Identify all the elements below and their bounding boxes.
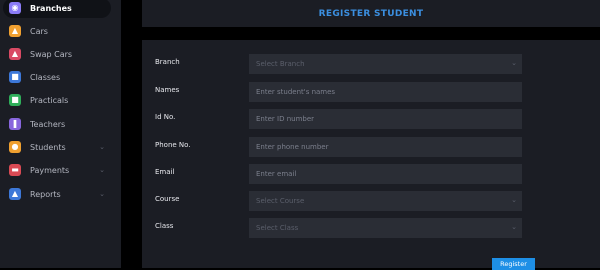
email-input[interactable] — [249, 164, 522, 184]
sidebar: ◉ Branches ▲ Cars ▲ Swap Cars ■ Classes … — [0, 0, 121, 268]
sidebar-item-label: Practicals — [30, 95, 69, 105]
form-row-class: Class Select Class ⌄ — [142, 218, 600, 238]
sidebar-item-label: Students — [30, 142, 66, 152]
phone-label: Phone No. — [155, 141, 191, 149]
sidebar-item-label: Branches — [30, 3, 72, 13]
form-row-phone: Phone No. — [142, 137, 600, 157]
sidebar-item-label: Swap Cars — [30, 49, 73, 59]
sidebar-item-label: Teachers — [30, 119, 66, 129]
chevron-down-icon: ⌄ — [511, 223, 517, 231]
register-button[interactable]: Register — [492, 258, 535, 270]
register-form: Branch Select Branch ⌄ Names Id No. Phon… — [142, 40, 600, 270]
names-input[interactable] — [249, 82, 522, 102]
chevron-down-icon: ⌄ — [511, 59, 517, 67]
classes-icon: ■ — [9, 71, 21, 83]
form-row-names: Names — [142, 82, 600, 102]
class-select-value: Select Class — [256, 224, 299, 232]
branch-select-value: Select Branch — [256, 60, 305, 68]
practicals-icon: ■ — [9, 94, 21, 106]
branch-select[interactable]: Select Branch ⌄ — [249, 54, 522, 74]
form-row-course: Course Select Course ⌄ — [142, 191, 600, 211]
sidebar-item-cars[interactable]: ▲ Cars — [3, 21, 111, 41]
sidebar-item-swap-cars[interactable]: ▲ Swap Cars — [3, 44, 111, 64]
sidebar-item-classes[interactable]: ■ Classes — [3, 67, 111, 87]
chevron-down-icon: ⌄ — [99, 190, 105, 198]
teachers-icon: ❚ — [9, 118, 21, 130]
students-icon: ● — [9, 141, 21, 153]
sidebar-item-label: Cars — [30, 26, 48, 36]
branch-label: Branch — [155, 58, 180, 66]
chevron-down-icon: ⌄ — [99, 143, 105, 151]
branches-icon: ◉ — [9, 2, 21, 14]
car-icon: ▲ — [9, 25, 21, 37]
id-number-input[interactable] — [249, 109, 522, 129]
sidebar-item-payments[interactable]: ▬ Payments ⌄ — [3, 160, 111, 180]
class-label: Class — [155, 222, 174, 230]
sidebar-item-students[interactable]: ● Students ⌄ — [3, 137, 111, 157]
form-row-idno: Id No. — [142, 109, 600, 129]
phone-input[interactable] — [249, 137, 522, 157]
page-header: REGISTER STUDENT — [142, 0, 600, 27]
sidebar-item-practicals[interactable]: ■ Practicals — [3, 90, 111, 110]
sidebar-item-label: Reports — [30, 189, 61, 199]
swap-icon: ▲ — [9, 48, 21, 60]
chevron-down-icon: ⌄ — [511, 196, 517, 204]
course-label: Course — [155, 195, 180, 203]
sidebar-item-label: Payments — [30, 165, 70, 175]
form-row-branch: Branch Select Branch ⌄ — [142, 54, 600, 74]
names-label: Names — [155, 86, 180, 94]
sidebar-item-label: Classes — [30, 72, 61, 82]
sidebar-item-branches[interactable]: ◉ Branches — [3, 0, 111, 18]
sidebar-item-teachers[interactable]: ❚ Teachers — [3, 114, 111, 134]
form-row-email: Email — [142, 164, 600, 184]
idno-label: Id No. — [155, 113, 176, 121]
page-title: REGISTER STUDENT — [318, 8, 424, 19]
chevron-down-icon: ⌄ — [99, 166, 105, 174]
sidebar-item-reports[interactable]: ▲ Reports ⌄ — [3, 184, 111, 204]
email-label: Email — [155, 168, 175, 176]
course-select[interactable]: Select Course ⌄ — [249, 191, 522, 211]
payments-icon: ▬ — [9, 164, 21, 176]
course-select-value: Select Course — [256, 197, 305, 205]
reports-icon: ▲ — [9, 188, 21, 200]
class-select[interactable]: Select Class ⌄ — [249, 218, 522, 238]
